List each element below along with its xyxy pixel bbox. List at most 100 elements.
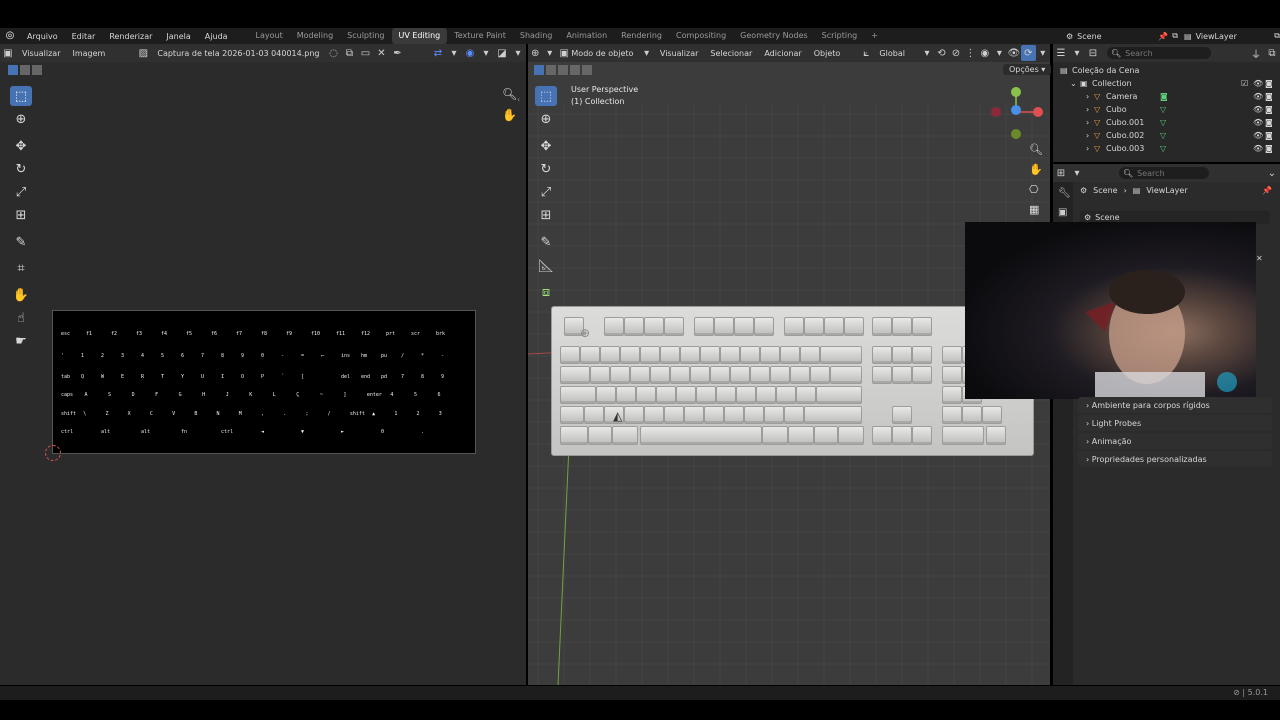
outliner-root-row[interactable]: ▤ Coleção da Cena: [1060, 64, 1275, 77]
outliner-type-icon[interactable]: ☰: [1053, 45, 1069, 61]
keyboard-3d-model[interactable]: [551, 306, 1034, 456]
expand-arrow-icon[interactable]: ›: [1086, 144, 1094, 153]
channels-dropdown-icon[interactable]: ▾: [510, 45, 526, 61]
object-data-icon[interactable]: ▽: [1160, 131, 1166, 140]
viewport-menu-adicionar[interactable]: Adicionar: [758, 49, 807, 58]
dropdown-icon[interactable]: ▾: [446, 45, 462, 61]
pin-icon[interactable]: 📌: [1158, 32, 1168, 41]
visibility-eye-icon[interactable]: 👁︎: [1253, 105, 1265, 114]
outliner-object-row[interactable]: › ▽ Cubo.001 ▽ 👁︎ ◙: [1060, 116, 1275, 129]
overlay-icon[interactable]: ◉: [462, 45, 478, 61]
vp-add-cube-tool[interactable]: ⧈: [535, 282, 557, 302]
viewlayer-selector[interactable]: ▤ ViewLayer ⧉: [1178, 31, 1280, 41]
expand-arrow-icon[interactable]: ›: [1086, 118, 1094, 127]
uv-scale-tool[interactable]: ⤢: [10, 182, 32, 202]
light-object-icon[interactable]: ◭: [613, 409, 622, 423]
object-data-icon[interactable]: ▽: [1160, 118, 1166, 127]
uv-sync-icon[interactable]: ⇄: [430, 45, 446, 61]
image-name-field[interactable]: Captura de tela 2026-01-03 040014.png: [151, 49, 325, 58]
collection-eye-icon[interactable]: 👁︎: [1253, 79, 1265, 88]
menu-editar[interactable]: Editar: [65, 32, 103, 41]
tab-geometry-nodes[interactable]: Geometry Nodes: [733, 28, 814, 44]
visibility-eye-icon[interactable]: 👁︎: [1253, 118, 1265, 127]
vp-transform-tool[interactable]: ⊞: [535, 205, 557, 225]
overlays-dropdown-icon[interactable]: ▾: [1036, 45, 1050, 61]
render-camera-icon[interactable]: ◙: [1265, 105, 1275, 114]
vp-annotate-tool[interactable]: ✎: [535, 232, 557, 252]
exclude-checkbox[interactable]: ☑: [1241, 79, 1253, 88]
object-data-icon[interactable]: ◙: [1160, 92, 1168, 101]
vp-select-invert-icon[interactable]: [570, 65, 580, 75]
tab-shading[interactable]: Shading: [513, 28, 560, 44]
outliner-object-row[interactable]: › ▽ Cubo.002 ▽ 👁︎ ◙: [1060, 129, 1275, 142]
proportional-dropdown-icon[interactable]: ▾: [992, 45, 1006, 61]
zoom-icon[interactable]: 🔍︎: [502, 87, 517, 101]
tab-sculpting[interactable]: Sculpting: [340, 28, 391, 44]
render-camera-icon[interactable]: ◙: [1265, 144, 1275, 153]
orientation-selector[interactable]: Global: [873, 49, 919, 58]
uv-relax-tool[interactable]: ☝: [10, 308, 32, 328]
tab-animation[interactable]: Animation: [559, 28, 614, 44]
render-camera-icon[interactable]: ◙: [1265, 118, 1275, 127]
select-extend-icon[interactable]: [20, 65, 30, 75]
2d-cursor-icon[interactable]: [45, 445, 61, 461]
tab-texture-paint[interactable]: Texture Paint: [447, 28, 513, 44]
vp-select-new-icon[interactable]: [534, 65, 544, 75]
uv-pinch-tool[interactable]: ☛: [10, 331, 32, 351]
uv-select-box-tool[interactable]: ⬚: [10, 86, 32, 106]
vp-select-subtract-icon[interactable]: [558, 65, 568, 75]
pin-image-icon[interactable]: ✒: [389, 45, 405, 61]
expand-arrow-icon[interactable]: ›: [1086, 92, 1094, 101]
viewport-menu-visualizar[interactable]: Visualizar: [654, 49, 705, 58]
uv-rip-tool[interactable]: ⌗: [10, 258, 32, 278]
visibility-eye-icon[interactable]: 👁︎: [1253, 131, 1265, 140]
breadcrumb-scene[interactable]: Scene: [1093, 186, 1117, 195]
vp-move-tool[interactable]: ✥: [535, 136, 557, 156]
tool-tab-icon[interactable]: 🔧︎: [1058, 188, 1073, 199]
snap-icon[interactable]: ⊘: [949, 45, 963, 61]
vp-select-box-tool[interactable]: ⬚: [535, 86, 557, 106]
navigation-gizmo[interactable]: [988, 82, 1044, 144]
orientation-dropdown-icon[interactable]: ▾: [920, 45, 934, 61]
tab-compositing[interactable]: Compositing: [669, 28, 733, 44]
vp-select-intersect-icon[interactable]: [582, 65, 592, 75]
display-mode-icon[interactable]: ⊟: [1085, 45, 1101, 61]
uv-image-canvas[interactable]: esc f1 f2 f3 f4 f5 f6 f7 f8 f9 f10 f11 f12 prt scr brk '…: [52, 310, 476, 454]
uv-rotate-tool[interactable]: ↻: [10, 159, 32, 179]
expand-arrow-icon[interactable]: ⌄: [1070, 79, 1080, 88]
outliner-object-row[interactable]: › ▽ Cubo ▽ 👁︎ ◙: [1060, 103, 1275, 116]
properties-type-icon[interactable]: ⊞: [1053, 165, 1069, 181]
properties-type-dropdown-icon[interactable]: ▾: [1069, 165, 1085, 181]
properties-options-icon[interactable]: ⌄: [1264, 165, 1280, 181]
uv-menu-visualizar[interactable]: Visualizar: [16, 49, 67, 58]
uv-move-tool[interactable]: ✥: [10, 136, 32, 156]
duplicate-icon[interactable]: ⧉: [341, 45, 357, 61]
viewport-zoom-icon[interactable]: 🔍︎: [1029, 143, 1043, 156]
tab-layout[interactable]: Layout: [249, 28, 290, 44]
pan-hand-icon[interactable]: ✋: [502, 108, 517, 122]
filter-icon[interactable]: ⏚: [1248, 45, 1264, 61]
overlay-dropdown-icon[interactable]: ▾: [478, 45, 494, 61]
render-camera-icon[interactable]: ◙: [1265, 131, 1275, 140]
display-channels-icon[interactable]: ◪: [494, 45, 510, 61]
render-camera-icon[interactable]: ◙: [1265, 92, 1275, 101]
options-button[interactable]: Opções ▾: [1003, 64, 1052, 75]
uv-cursor-tool[interactable]: ⊕: [10, 109, 32, 129]
menu-ajuda[interactable]: Ajuda: [198, 32, 235, 41]
select-new-icon[interactable]: [8, 65, 18, 75]
pivot-icon[interactable]: ⟲: [934, 45, 948, 61]
properties-pin-icon[interactable]: 📌: [1262, 186, 1272, 195]
uv-menu-imagem[interactable]: Imagem: [67, 49, 112, 58]
menu-arquivo[interactable]: Arquivo: [20, 32, 65, 41]
expand-arrow-icon[interactable]: ›: [1086, 131, 1094, 140]
mode-selector[interactable]: Modo de objeto: [571, 49, 639, 58]
menu-janela[interactable]: Janela: [159, 32, 197, 41]
blender-logo-icon[interactable]: ◎: [4, 30, 16, 42]
viewport-pan-icon[interactable]: ✋: [1029, 163, 1043, 176]
menu-renderizar[interactable]: Renderizar: [102, 32, 159, 41]
new-collection-icon[interactable]: ⧉: [1264, 45, 1280, 61]
visibility-eye-icon[interactable]: 👁︎: [1253, 92, 1265, 101]
snap-options-icon[interactable]: ⋮: [963, 45, 977, 61]
render-tab-icon[interactable]: ▣: [1058, 207, 1073, 218]
tab-modeling[interactable]: Modeling: [290, 28, 340, 44]
